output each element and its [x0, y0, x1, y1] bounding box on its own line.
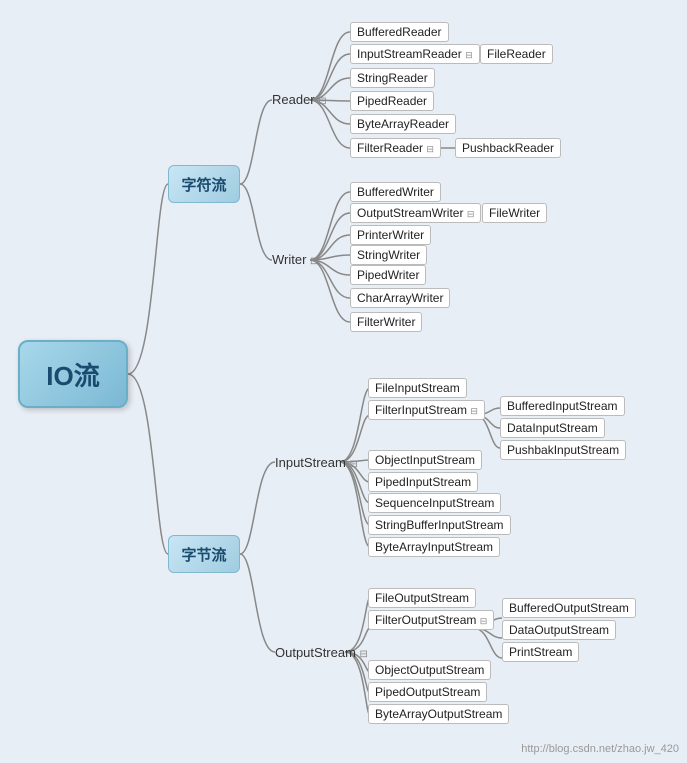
root-node: IO流: [18, 340, 128, 408]
leaf-pipedinputstream: PipedInputStream: [368, 472, 478, 492]
leaf-filterwriter: FilterWriter: [350, 312, 422, 332]
leaf-datainputstream: DataInputStream: [500, 418, 605, 438]
leaf-sequenceinputstream: SequenceInputStream: [368, 493, 501, 513]
cat-label-char: 字符流: [181, 174, 226, 195]
leaf-chararraywriter: CharArrayWriter: [350, 288, 450, 308]
leaf-bufferedoutputstream: BufferedOutputStream: [502, 598, 636, 618]
leaf-dataoutputstream: DataOutputStream: [502, 620, 616, 640]
sub-node-inputstream: InputStream ⊟: [275, 455, 358, 470]
leaf-filewriter: FileWriter: [482, 203, 547, 223]
leaf-stringbufferinputstream: StringBufferInputStream: [368, 515, 511, 535]
leaf-inputstreamreader: InputStreamReader ⊟: [350, 44, 480, 64]
leaf-filterinputstream: FilterInputStream ⊟: [368, 400, 485, 420]
leaf-stringreader: StringReader: [350, 68, 435, 88]
leaf-printstream: PrintStream: [502, 642, 579, 662]
sub-node-outputstream: OutputStream ⊟: [275, 645, 368, 660]
leaf-objectinputstream: ObjectInputStream: [368, 450, 482, 470]
leaf-printerwriter: PrinterWriter: [350, 225, 431, 245]
watermark: http://blog.csdn.net/zhao.jw_420: [521, 743, 679, 755]
leaf-filteroutputstream: FilterOutputStream ⊟: [368, 610, 494, 630]
mind-map: IO流 字符流 字节流 Reader ⊟ Writer ⊟ InputStrea…: [0, 0, 687, 763]
cat-node-byte: 字节流: [168, 535, 240, 573]
leaf-pushbackreader: PushbackReader: [455, 138, 561, 158]
leaf-pipedwriter: PipedWriter: [350, 265, 426, 285]
leaf-stringwriter: StringWriter: [350, 245, 427, 265]
leaf-bytearrayoutputstream: ByteArrayOutputStream: [368, 704, 509, 724]
leaf-filereader: FileReader: [480, 44, 553, 64]
sub-node-writer: Writer ⊟: [272, 252, 318, 267]
cat-label-byte: 字节流: [181, 544, 226, 565]
leaf-pipedoutputstream: PipedOutputStream: [368, 682, 487, 702]
leaf-objectoutputstream: ObjectOutputStream: [368, 660, 491, 680]
leaf-bufferedinputstream: BufferedInputStream: [500, 396, 625, 416]
leaf-bufferedwriter: BufferedWriter: [350, 182, 441, 202]
leaf-bufferedreader: BufferedReader: [350, 22, 449, 42]
leaf-outputstreamwriter: OutputStreamWriter ⊟: [350, 203, 481, 223]
root-label: IO流: [46, 356, 99, 393]
leaf-pushbakinputstream: PushbakInputStream: [500, 440, 626, 460]
cat-node-char: 字符流: [168, 165, 240, 203]
leaf-fileoutputstream: FileOutputStream: [368, 588, 476, 608]
leaf-bytearrayreader: ByteArrayReader: [350, 114, 456, 134]
leaf-bytearrayinputstream: ByteArrayInputStream: [368, 537, 500, 557]
sub-node-reader: Reader ⊟: [272, 92, 327, 107]
leaf-fileinputstream: FileInputStream: [368, 378, 467, 398]
leaf-filterreader: FilterReader ⊟: [350, 138, 441, 158]
leaf-pipedreader: PipedReader: [350, 91, 434, 111]
